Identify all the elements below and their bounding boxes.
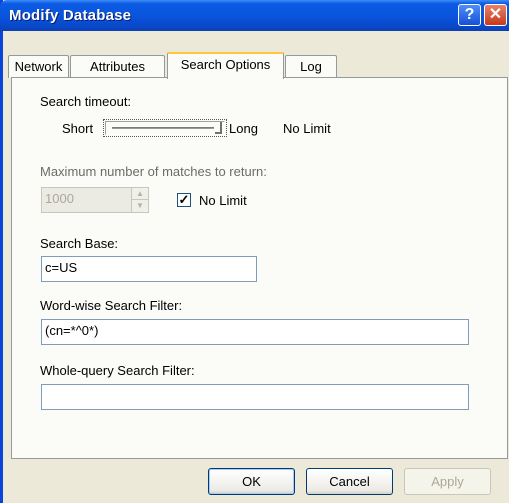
max-matches-spinner[interactable]: ▲ ▼: [131, 187, 149, 213]
tab-label: Attributes: [90, 59, 145, 74]
title-bar[interactable]: Modify Database ? ✕: [0, 0, 509, 31]
no-limit-checkbox[interactable]: ✓: [177, 193, 191, 207]
search-base-input[interactable]: c=US: [41, 256, 257, 282]
search-timeout-label: Search timeout:: [40, 94, 132, 109]
tab-label: Search Options: [180, 57, 271, 72]
search-base-label: Search Base:: [40, 236, 119, 251]
cancel-button[interactable]: Cancel: [306, 468, 393, 495]
slider-min-label: Short: [62, 121, 94, 136]
tab-label: Log: [300, 59, 322, 74]
search-timeout-value: No Limit: [283, 121, 331, 136]
close-button[interactable]: ✕: [484, 4, 507, 26]
word-filter-label: Word-wise Search Filter:: [40, 298, 183, 313]
no-limit-label[interactable]: No Limit: [199, 193, 247, 208]
tab-network[interactable]: Network: [8, 55, 69, 78]
spin-down-icon[interactable]: ▼: [132, 200, 148, 212]
tab-strip: Network Attributes Search Options Log: [3, 31, 509, 79]
help-button[interactable]: ?: [458, 4, 481, 26]
window-title: Modify Database: [9, 7, 132, 24]
tab-log[interactable]: Log: [285, 55, 337, 78]
tab-attributes[interactable]: Attributes: [70, 55, 165, 78]
help-icon: ?: [464, 6, 475, 23]
max-matches-label: Maximum number of matches to return:: [40, 164, 267, 179]
query-filter-input[interactable]: [41, 384, 469, 410]
search-timeout-slider[interactable]: [103, 119, 227, 137]
apply-button[interactable]: Apply: [404, 468, 491, 495]
ok-button[interactable]: OK: [208, 468, 295, 495]
slider-thumb[interactable]: [215, 122, 222, 134]
query-filter-label: Whole-query Search Filter:: [40, 363, 195, 378]
dialog-window: Modify Database ? ✕ Network Attributes S…: [0, 0, 509, 503]
tab-search-options[interactable]: Search Options: [167, 52, 284, 79]
checkmark-icon: ✓: [178, 192, 190, 207]
slider-max-label: Long: [229, 121, 258, 136]
slider-groove: [112, 127, 214, 129]
max-matches-input[interactable]: 1000: [41, 187, 133, 213]
close-icon: ✕: [488, 6, 503, 23]
tab-label: Network: [14, 59, 63, 74]
spin-up-icon[interactable]: ▲: [132, 188, 148, 200]
word-filter-input[interactable]: (cn=*^0*): [41, 319, 469, 345]
